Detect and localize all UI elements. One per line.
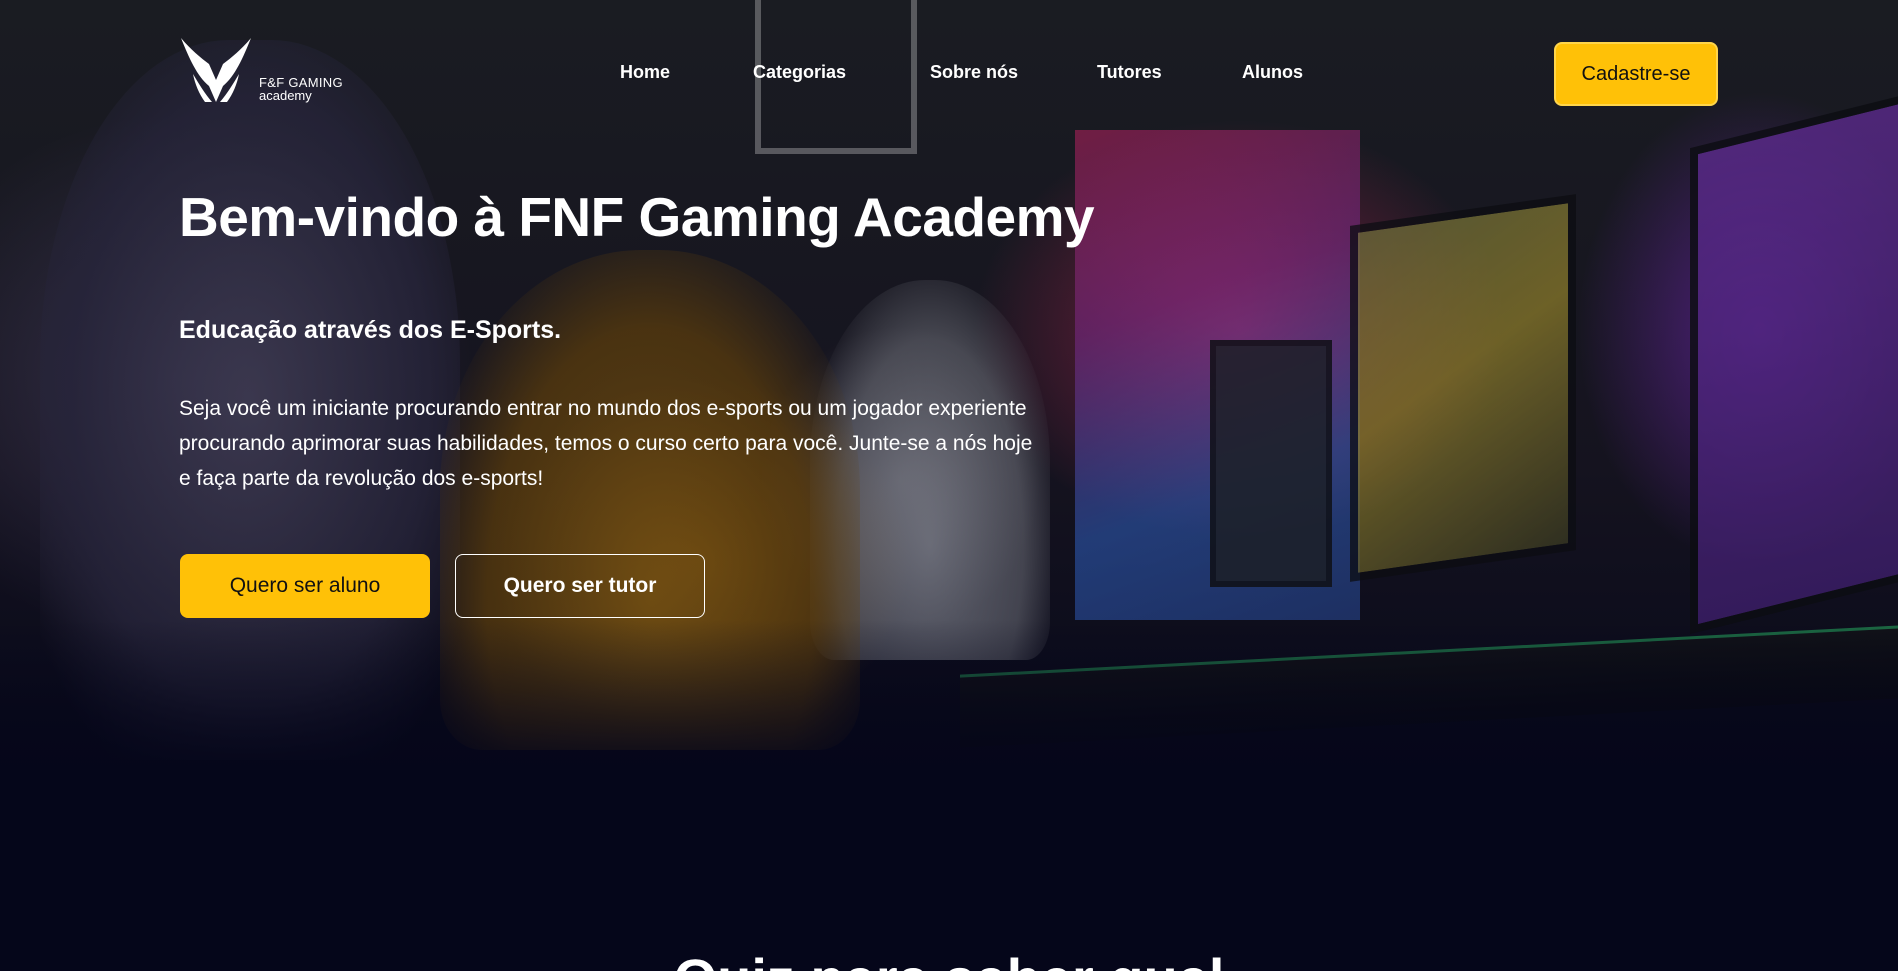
logo-wordmark: F&F GAMING academy (259, 76, 343, 102)
hero-section (0, 0, 1898, 780)
become-tutor-button[interactable]: Quero ser tutor (455, 554, 705, 618)
next-section-heading: Quiz para saber qual (0, 944, 1898, 971)
nav-categorias[interactable]: Categorias (753, 62, 846, 83)
monitor-background (1350, 194, 1576, 582)
monitor-background (1210, 340, 1332, 587)
brand-logo[interactable]: F&F GAMING academy (179, 36, 343, 104)
become-student-button[interactable]: Quero ser aluno (180, 554, 430, 618)
nav-alunos[interactable]: Alunos (1242, 62, 1303, 83)
desk-background (960, 625, 1898, 748)
nav-tutores[interactable]: Tutores (1097, 62, 1162, 83)
event-banner-background (1075, 130, 1360, 620)
nav-home[interactable]: Home (620, 62, 670, 83)
hero-description: Seja você um iniciante procurando entrar… (179, 397, 1033, 490)
logo-line2: academy (259, 88, 312, 103)
hero-title: Bem-vindo à FNF Gaming Academy (179, 186, 1095, 248)
hero-subtitle: Educação através dos E-Sports. (179, 316, 562, 344)
monitor-background (1690, 91, 1898, 635)
nav-sobre-nos[interactable]: Sobre nós (930, 62, 1018, 83)
signup-button[interactable]: Cadastre-se (1554, 42, 1718, 106)
wings-logo-icon (181, 38, 251, 102)
